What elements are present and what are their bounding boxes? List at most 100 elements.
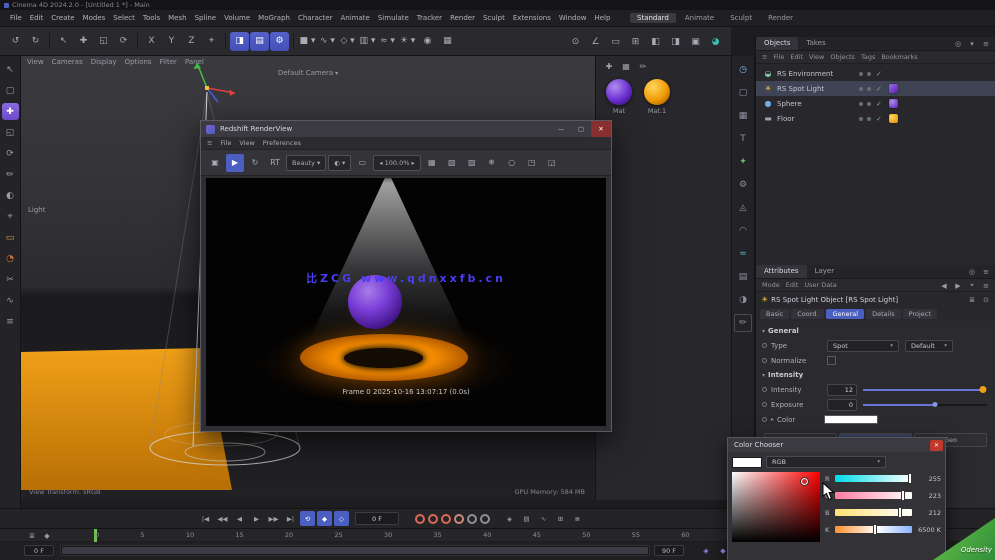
asset-browser-icon[interactable]: ◕ — [706, 32, 725, 51]
range-end-field[interactable]: 90 F — [654, 545, 684, 556]
transport-button[interactable]: ◀ — [232, 511, 247, 526]
type-panel-icon[interactable]: T — [734, 130, 752, 148]
enabled-check-icon[interactable]: ✓ — [876, 70, 882, 78]
axis-gizmo[interactable] — [193, 62, 236, 103]
enabled-check-icon[interactable]: ✓ — [876, 85, 882, 93]
back-icon[interactable]: ◀ — [938, 280, 950, 292]
renderview-menu-item[interactable]: View — [239, 139, 254, 147]
visibility-dot-editor[interactable] — [859, 86, 863, 91]
visibility-dot-editor[interactable] — [859, 101, 863, 106]
transport-button[interactable]: |◀ — [198, 511, 213, 526]
exposure-value-field[interactable]: 0 — [827, 398, 857, 411]
material-preview[interactable] — [606, 79, 632, 105]
snapshot-button[interactable]: ▦ — [423, 154, 441, 172]
menubar-item[interactable]: Edit — [26, 10, 48, 27]
search-icon[interactable]: ◎ — [952, 38, 964, 50]
visibility-dot-editor[interactable] — [859, 71, 863, 76]
material-tag-chip[interactable] — [888, 114, 898, 123]
actual-size-button[interactable]: ◲ — [543, 154, 561, 172]
keyframe-dot[interactable] — [762, 402, 767, 407]
layout-tab[interactable]: Render — [761, 13, 800, 23]
quantize-icon[interactable]: ∠ — [586, 32, 605, 51]
add-field-icon[interactable]: ≈ ▾ — [378, 32, 397, 51]
keyframe-selection-icon[interactable]: ◈ — [502, 511, 517, 526]
visibility-dot-render[interactable] — [867, 71, 871, 76]
keyframe-mode-toggle[interactable]: ◆ — [317, 511, 332, 526]
visibility-dot-render[interactable] — [867, 86, 871, 91]
channel-slider-handle[interactable] — [907, 473, 912, 484]
nature-panel-icon[interactable]: ✦ — [734, 153, 752, 171]
cube-panel-icon[interactable]: ▢ — [734, 84, 752, 102]
material-item[interactable]: Mat.1 — [642, 79, 672, 115]
history-tool-icon[interactable]: ◔ — [2, 250, 19, 267]
undo-icon[interactable]: ↺ — [6, 32, 25, 51]
rendered-image[interactable]: 比ZCG www.qdnxxfb.cn Frame 0 2025-10-16 1… — [206, 178, 606, 426]
channel-slider[interactable] — [835, 524, 912, 535]
object-menu-item[interactable]: Tags — [861, 53, 875, 61]
panel-tab[interactable]: Layer — [807, 265, 843, 278]
type-dropdown[interactable]: Spot — [827, 339, 899, 352]
record-button[interactable] — [415, 513, 425, 524]
channel-slider[interactable] — [835, 473, 912, 484]
maximize-button[interactable]: ▢ — [571, 121, 591, 137]
object-name[interactable]: RS Environment — [777, 70, 857, 78]
material-tag-chip[interactable] — [888, 84, 898, 93]
key-position-toggle[interactable] — [428, 513, 438, 524]
panel-menu-icon[interactable]: ≡ — [980, 266, 992, 278]
more-tools-icon[interactable]: ≡ — [2, 313, 19, 330]
object-menu-item[interactable]: File — [773, 53, 784, 61]
attribute-tab-chip[interactable]: General — [826, 309, 865, 319]
transport-button[interactable]: ◀◀ — [215, 511, 230, 526]
snap-icon[interactable]: ⊙ — [566, 32, 585, 51]
x-axis-arrow[interactable] — [229, 89, 235, 97]
panel-tab[interactable]: Takes — [798, 37, 833, 50]
object-menu-item[interactable]: Objects — [830, 53, 855, 61]
object-name[interactable]: Floor — [777, 115, 857, 123]
loop-toggle[interactable]: ⟲ — [300, 511, 315, 526]
coordinate-system-icon[interactable]: ⌖ — [202, 32, 221, 51]
panel-tab[interactable]: Objects — [756, 37, 799, 50]
renderview-menu-item[interactable]: File — [220, 139, 231, 147]
menubar-item[interactable]: Help — [590, 10, 614, 27]
color-chooser-window[interactable]: Color Chooser ✕ RGB R — [727, 437, 946, 560]
marker-icon[interactable]: ◈ — [700, 545, 712, 557]
menubar-item[interactable]: Tools — [139, 10, 164, 27]
transport-button[interactable]: ▶ — [249, 511, 264, 526]
channel-slider[interactable] — [835, 507, 912, 518]
scale-icon[interactable]: ◱ — [94, 32, 113, 51]
layout-4view-icon[interactable]: ⊞ — [626, 32, 645, 51]
menubar-item[interactable]: Animate — [337, 10, 374, 27]
channel-slider-handle[interactable] — [872, 524, 877, 535]
object-menu-item[interactable]: View — [809, 53, 824, 61]
layers-panel-icon[interactable]: ▤ — [734, 268, 752, 286]
menubar-item[interactable]: File — [6, 10, 26, 27]
lock-icon[interactable]: ⊙ — [980, 294, 992, 306]
search-icon[interactable]: ◎ — [966, 266, 978, 278]
move-tool-icon[interactable]: ✚ — [1, 103, 19, 120]
menu-icon[interactable]: ≡ — [980, 280, 992, 292]
object-row[interactable]: ● Sphere ✓ — [756, 96, 995, 111]
workplane-icon[interactable]: ▭ — [606, 32, 625, 51]
add-light-icon[interactable]: ☀ ▾ — [398, 32, 417, 51]
intensity-slider[interactable] — [863, 384, 987, 396]
intensity-section-header[interactable]: ▾ Intensity — [762, 368, 989, 382]
y-axis-lock-icon[interactable]: Y — [162, 32, 181, 51]
menubar-item[interactable]: Volume — [220, 10, 254, 27]
render-picture-viewer-icon[interactable]: ▤ — [250, 31, 269, 51]
menubar-item[interactable]: Modes — [79, 10, 110, 27]
material-item[interactable]: Mat — [604, 79, 634, 115]
exposure-slider-handle[interactable] — [932, 402, 938, 407]
start-ipr-button[interactable]: ▶ — [226, 153, 244, 172]
dots-grid-icon[interactable]: ≣ — [966, 294, 978, 306]
pin-icon[interactable]: ⌖ — [966, 280, 978, 292]
grid-panel-icon[interactable]: ▦ — [734, 107, 752, 125]
object-menu-item[interactable]: Edit — [790, 53, 803, 61]
edit-material-icon[interactable]: ✏ — [636, 59, 650, 73]
renderview-window[interactable]: Redshift RenderView — ▢ ✕ ≡ File View Prefer… — [200, 120, 612, 432]
channel-value[interactable]: 212 — [915, 509, 941, 517]
keyframe-dot[interactable] — [762, 417, 767, 422]
hamburger-icon[interactable]: ≡ — [207, 139, 212, 147]
pyramid-panel-icon[interactable]: ◬ — [734, 199, 752, 217]
channel-value[interactable]: 6500 K — [915, 526, 941, 534]
key-pla-toggle[interactable] — [480, 513, 490, 524]
